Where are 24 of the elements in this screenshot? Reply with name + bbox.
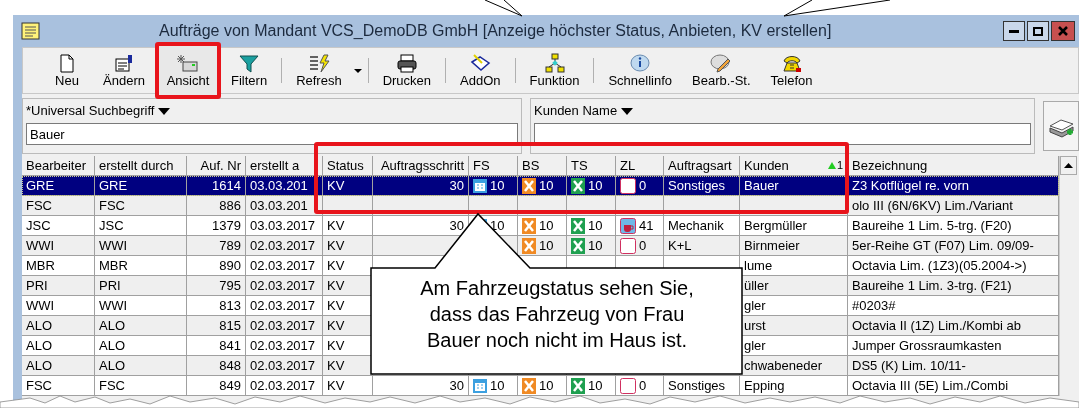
status-value: 10 [539, 176, 554, 195]
table-cell: FSC [95, 376, 187, 396]
status-value: 10 [539, 236, 554, 255]
status-value: 10 [490, 176, 505, 195]
status-value: 10 [588, 176, 603, 195]
field-label: Kunden Name [534, 102, 618, 121]
table-cell: 849 [187, 376, 246, 396]
window-title: Aufträge von Mandant VCS_DemoDB GmbH [Anzeige höchster Status, Anbieten, KV erstellen] [159, 21, 832, 41]
table-cell: 30 [373, 376, 469, 396]
field-label: *Universal Suchbegriff [26, 102, 155, 121]
status-value: 10 [490, 376, 505, 395]
status-value: 10 [539, 376, 554, 395]
status-value: 10 [588, 216, 603, 235]
table-cell: KV [323, 376, 373, 396]
status-value: 10 [588, 376, 603, 395]
status-value: 0 [639, 176, 647, 195]
status-value: 0 [639, 376, 647, 395]
status-value: 41 [639, 216, 654, 235]
status-value: 0 [639, 236, 647, 255]
table-cell: FSC [22, 376, 95, 396]
status-value: 10 [588, 236, 603, 255]
table-cell: Epping [740, 376, 848, 396]
status-value: 10 [539, 216, 554, 235]
sort-rank: 1 [836, 158, 843, 174]
